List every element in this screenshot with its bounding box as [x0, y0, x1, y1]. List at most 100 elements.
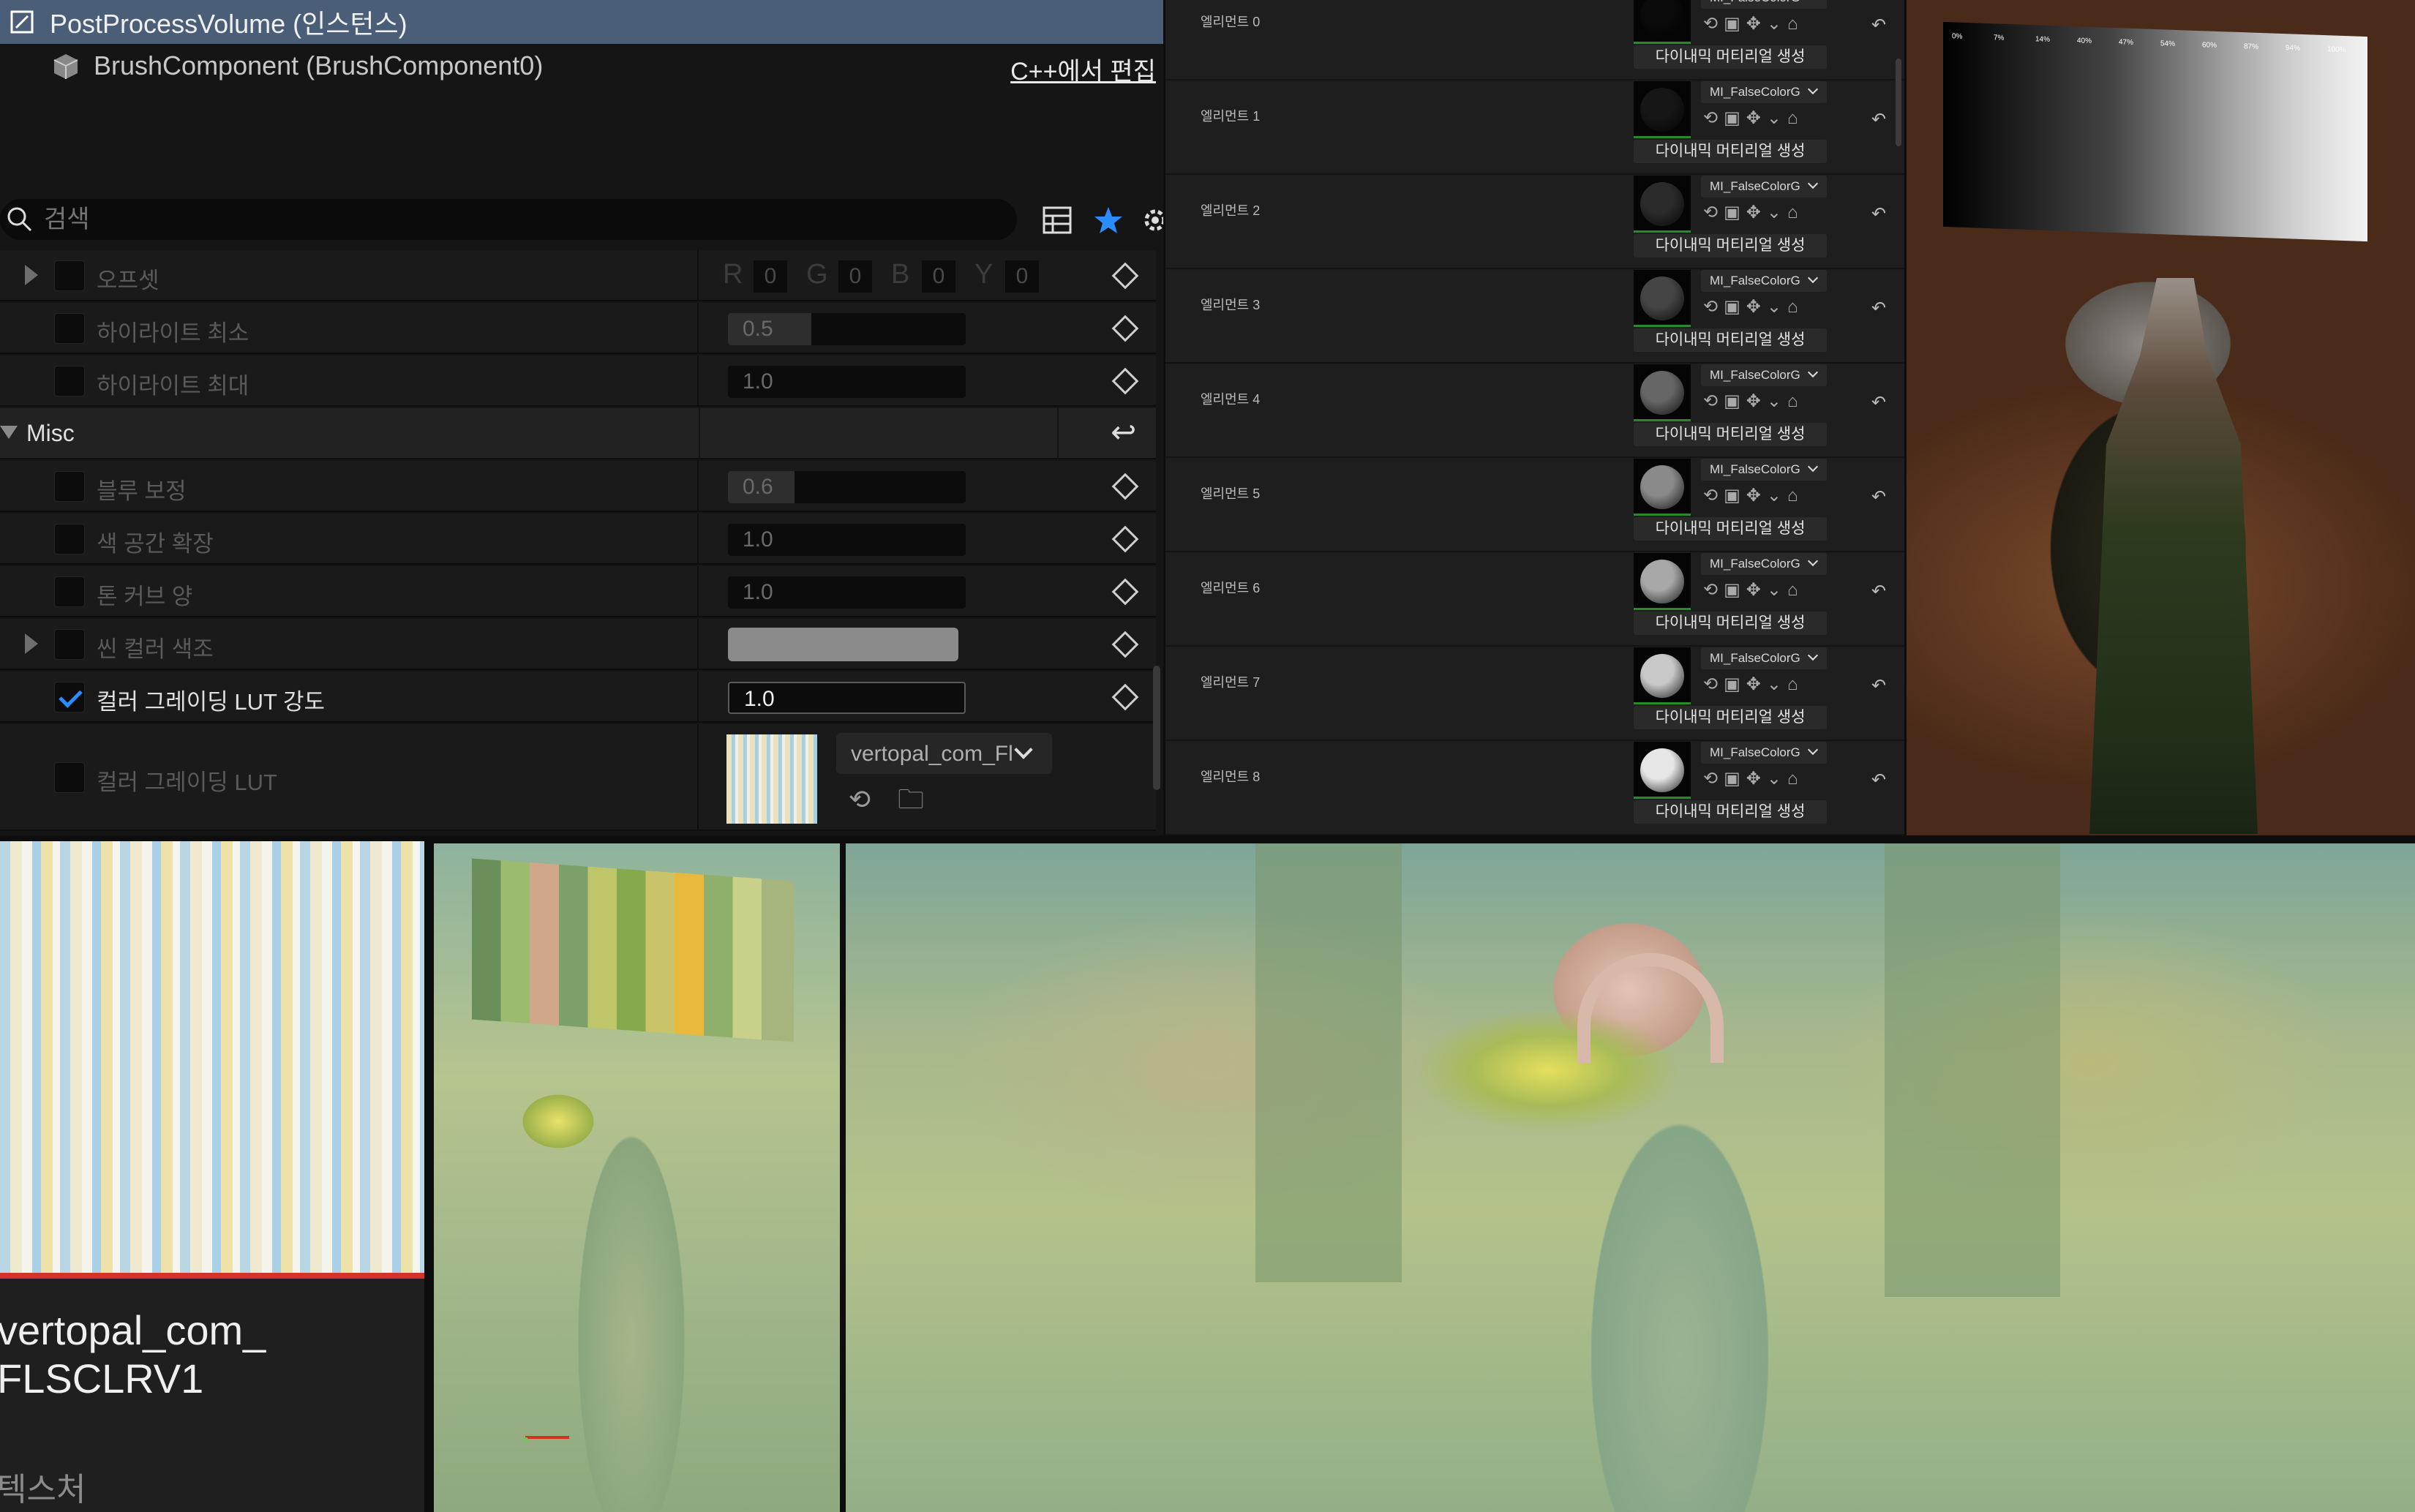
keyframe-diamond-icon[interactable] — [1111, 683, 1139, 711]
asset-action-icons[interactable]: ⟲▣✥⌄⌂ — [1703, 13, 1804, 34]
reset-to-default-icon[interactable]: ↶ — [1871, 486, 1886, 508]
transform-gizmo-x[interactable] — [525, 1436, 569, 1439]
material-thumbnail[interactable] — [1634, 81, 1691, 138]
lut-texture-thumbnail[interactable] — [726, 734, 817, 824]
reset-to-default-icon[interactable]: ↶ — [1871, 203, 1886, 225]
material-dropdown[interactable]: MI_FalseColorG — [1701, 553, 1827, 575]
lut-asset-dropdown[interactable]: vertopal_com_Fl — [836, 733, 1052, 774]
material-dropdown[interactable]: MI_FalseColorG — [1701, 364, 1827, 386]
expand-arrow-icon[interactable] — [25, 633, 38, 654]
asset-action-icons[interactable]: ⟲▣✥⌄⌂ — [1703, 202, 1804, 223]
keyframe-diamond-icon[interactable] — [1111, 367, 1139, 395]
material-thumbnail[interactable] — [1634, 553, 1691, 610]
create-dynamic-material-button[interactable]: 다이내믹 머티리얼 생성 — [1634, 423, 1827, 446]
use-selected-asset-icon[interactable]: ⟲ — [843, 783, 876, 816]
create-dynamic-material-button[interactable]: 다이내믹 머티리얼 생성 — [1634, 328, 1827, 352]
table-view-icon[interactable] — [1040, 203, 1074, 237]
override-checkbox[interactable] — [54, 762, 85, 793]
reset-to-default-icon[interactable]: ↩ — [1111, 414, 1136, 450]
material-dropdown[interactable]: MI_FalseColorG — [1701, 176, 1827, 198]
reset-to-default-icon[interactable]: ↶ — [1871, 675, 1886, 696]
scene-viewport[interactable]: 0% 7% 14% 40% 47% 54% 60% 87% 94% 100% — [1907, 0, 2415, 835]
material-thumbnail[interactable] — [1634, 364, 1691, 421]
component-row-brushcomponent[interactable]: BrushComponent (BrushComponent0) — [0, 44, 1163, 88]
asset-action-icons[interactable]: ⟲▣✥⌄⌂ — [1703, 768, 1804, 789]
false-color-viewport-large[interactable] — [846, 843, 2415, 1512]
override-checkbox[interactable] — [54, 366, 85, 396]
create-dynamic-material-button[interactable]: 다이내믹 머티리얼 생성 — [1634, 517, 1827, 541]
reset-to-default-icon[interactable]: ↶ — [1871, 770, 1886, 791]
lut-intensity-input[interactable]: 1.0 — [728, 682, 966, 714]
reset-to-default-icon[interactable]: ↶ — [1871, 298, 1886, 319]
asset-action-icons[interactable]: ⟲▣✥⌄⌂ — [1703, 296, 1804, 317]
override-checkbox[interactable] — [54, 576, 85, 607]
material-thumbnail[interactable] — [1634, 742, 1691, 799]
reset-to-default-icon[interactable]: ↶ — [1871, 109, 1886, 130]
g-channel-input[interactable]: 0 — [838, 260, 872, 293]
material-dropdown[interactable]: MI_FalseColorG — [1701, 81, 1827, 103]
material-thumbnail[interactable] — [1634, 647, 1691, 704]
material-thumbnail[interactable] — [1634, 176, 1691, 233]
scrollbar[interactable] — [1153, 666, 1160, 790]
create-dynamic-material-button[interactable]: 다이내믹 머티리얼 생성 — [1634, 706, 1827, 729]
asset-action-icons[interactable]: ⟲▣✥⌄⌂ — [1703, 579, 1804, 601]
settings-gear-icon[interactable] — [1138, 203, 1163, 237]
create-dynamic-material-button[interactable]: 다이내믹 머티리얼 생성 — [1634, 140, 1827, 163]
y-channel-input[interactable]: 0 — [1005, 260, 1039, 293]
browse-asset-icon[interactable]: 🗀 — [894, 783, 928, 816]
favorites-star-icon[interactable] — [1092, 203, 1125, 237]
create-dynamic-material-button[interactable]: 다이내믹 머티리얼 생성 — [1634, 800, 1827, 824]
r-channel-input[interactable]: 0 — [754, 260, 787, 293]
material-dropdown[interactable]: MI_FalseColorG — [1701, 742, 1827, 764]
category-misc[interactable]: Misc ↩ — [0, 408, 1156, 459]
false-color-viewport-small[interactable] — [434, 843, 840, 1512]
color-swatch[interactable] — [728, 628, 958, 661]
override-checkbox[interactable] — [54, 471, 85, 502]
override-checkbox[interactable] — [54, 313, 85, 344]
asset-action-icons[interactable]: ⟲▣✥⌄⌂ — [1703, 674, 1804, 695]
collapse-arrow-icon[interactable] — [0, 426, 18, 439]
scrollbar[interactable] — [1896, 59, 1901, 146]
material-sphere — [1640, 465, 1684, 509]
material-dropdown[interactable]: MI_FalseColorG — [1701, 459, 1827, 481]
highlight-max-input[interactable]: 1.0 — [728, 366, 966, 398]
material-dropdown[interactable]: MI_FalseColorG — [1701, 647, 1827, 669]
transform-gizmo-origin[interactable] — [524, 1437, 528, 1442]
material-thumbnail[interactable] — [1634, 459, 1691, 516]
reset-to-default-icon[interactable]: ↶ — [1871, 581, 1886, 602]
asset-action-icons[interactable]: ⟲▣✥⌄⌂ — [1703, 485, 1804, 506]
keyframe-diamond-icon[interactable] — [1111, 262, 1139, 290]
keyframe-diamond-icon[interactable] — [1111, 473, 1139, 500]
keyframe-diamond-icon[interactable] — [1111, 315, 1139, 342]
create-dynamic-material-button[interactable]: 다이내믹 머티리얼 생성 — [1634, 234, 1827, 257]
create-dynamic-material-button[interactable]: 다이내믹 머티리얼 생성 — [1634, 612, 1827, 635]
material-thumbnail[interactable] — [1634, 270, 1691, 327]
highlight-min-input[interactable]: 0.5 — [728, 313, 966, 345]
material-dropdown[interactable]: MI_FalseColorG — [1701, 0, 1827, 9]
expand-arrow-icon[interactable] — [25, 265, 38, 285]
gamut-expand-input[interactable]: 1.0 — [728, 524, 966, 556]
override-checkbox[interactable] — [54, 629, 85, 660]
search-input[interactable] — [44, 205, 922, 234]
blue-correction-input[interactable]: 0.6 — [728, 471, 966, 503]
b-channel-input[interactable]: 0 — [922, 260, 955, 293]
material-thumbnail[interactable] — [1634, 0, 1691, 44]
keyframe-diamond-icon[interactable] — [1111, 578, 1139, 606]
chart-percent-label: 40% — [2077, 37, 2092, 45]
texture-asset-card[interactable]: vertopal_com_ FLSCLRV1 텍스처 — [0, 841, 424, 1512]
property-row-tone-curve: 톤 커브 양 1.0 — [0, 566, 1156, 617]
asset-action-icons[interactable]: ⟲▣✥⌄⌂ — [1703, 391, 1804, 412]
override-checkbox[interactable] — [54, 260, 85, 291]
edit-in-cpp-link[interactable]: C++에서 편집 — [1010, 51, 1156, 87]
keyframe-diamond-icon[interactable] — [1111, 631, 1139, 658]
reset-to-default-icon[interactable]: ↶ — [1871, 15, 1886, 36]
create-dynamic-material-button[interactable]: 다이내믹 머티리얼 생성 — [1634, 45, 1827, 69]
material-dropdown[interactable]: MI_FalseColorG — [1701, 270, 1827, 292]
keyframe-diamond-icon[interactable] — [1111, 525, 1139, 553]
reset-to-default-icon[interactable]: ↶ — [1871, 392, 1886, 413]
asset-action-icons[interactable]: ⟲▣✥⌄⌂ — [1703, 108, 1804, 129]
actor-row-postprocessvolume[interactable]: PostProcessVolume (인스턴스) — [0, 0, 1163, 44]
tone-curve-input[interactable]: 1.0 — [728, 576, 966, 609]
override-checkbox-checked[interactable] — [54, 682, 85, 712]
override-checkbox[interactable] — [54, 524, 85, 554]
